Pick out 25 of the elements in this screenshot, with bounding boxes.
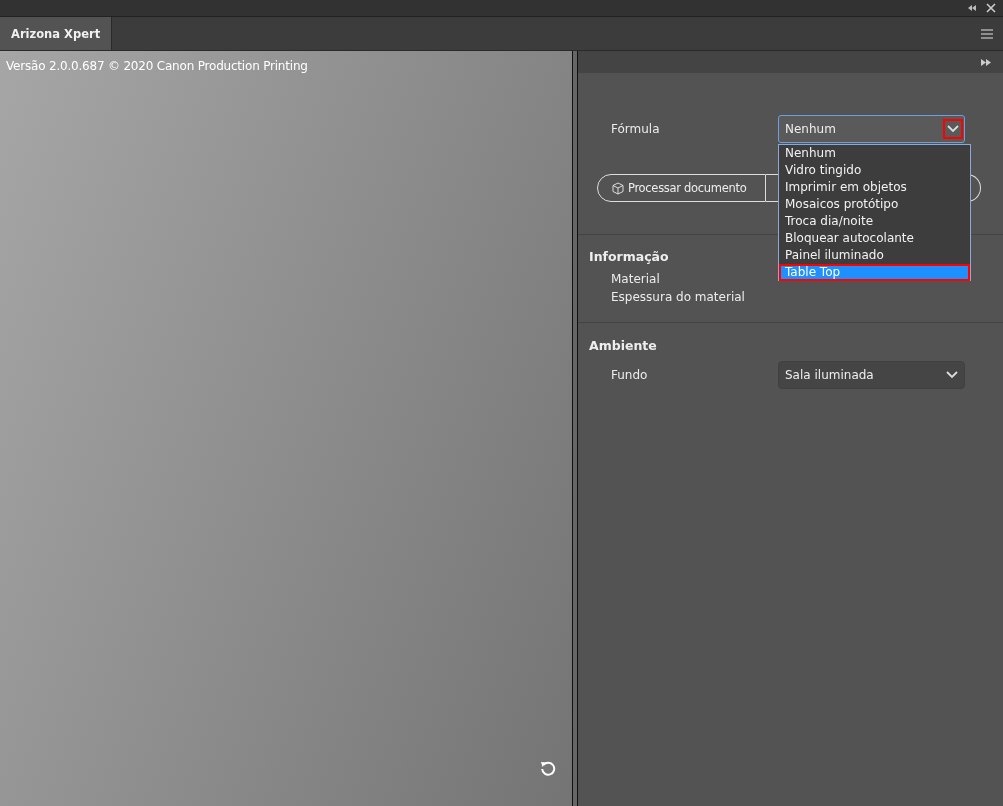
section-title: Informação xyxy=(589,249,669,264)
field-label: Fundo xyxy=(611,368,648,382)
expand-icon[interactable] xyxy=(981,58,991,66)
menu-icon[interactable] xyxy=(981,28,993,39)
section-title: Ambiente xyxy=(589,338,657,353)
dropdown-option[interactable]: Painel iluminado xyxy=(779,247,970,264)
version-text: Versão 2.0.0.687 © 2020 Canon Production Printing xyxy=(5,58,309,75)
chevron-icon xyxy=(946,371,958,379)
cube-icon xyxy=(612,181,624,195)
dropdown-option[interactable]: Imprimir em objetos xyxy=(779,179,970,196)
chevron-icon[interactable] xyxy=(947,125,959,133)
field-label: Fórmula xyxy=(611,122,660,136)
collapse-icon[interactable] xyxy=(968,5,976,11)
reset-rotation-icon[interactable] xyxy=(540,760,556,776)
background-dropdown[interactable]: Sala iluminada xyxy=(778,361,965,389)
panel-tab[interactable]: Arizona Xpert xyxy=(0,17,113,50)
info-label: Espessura do material xyxy=(611,290,745,304)
info-label: Material xyxy=(611,272,660,286)
dropdown-option[interactable]: Mosaicos protótipo xyxy=(779,196,970,213)
dropdown-option[interactable]: Troca dia/noite xyxy=(779,213,970,230)
close-icon[interactable] xyxy=(986,3,996,13)
dropdown-option[interactable]: Nenhum xyxy=(779,145,970,162)
dropdown-option[interactable]: Vidro tingido xyxy=(779,162,970,179)
formula-dropdown[interactable]: Nenhum xyxy=(778,115,965,143)
dropdown-option[interactable]: Bloquear autocolante xyxy=(779,230,970,247)
